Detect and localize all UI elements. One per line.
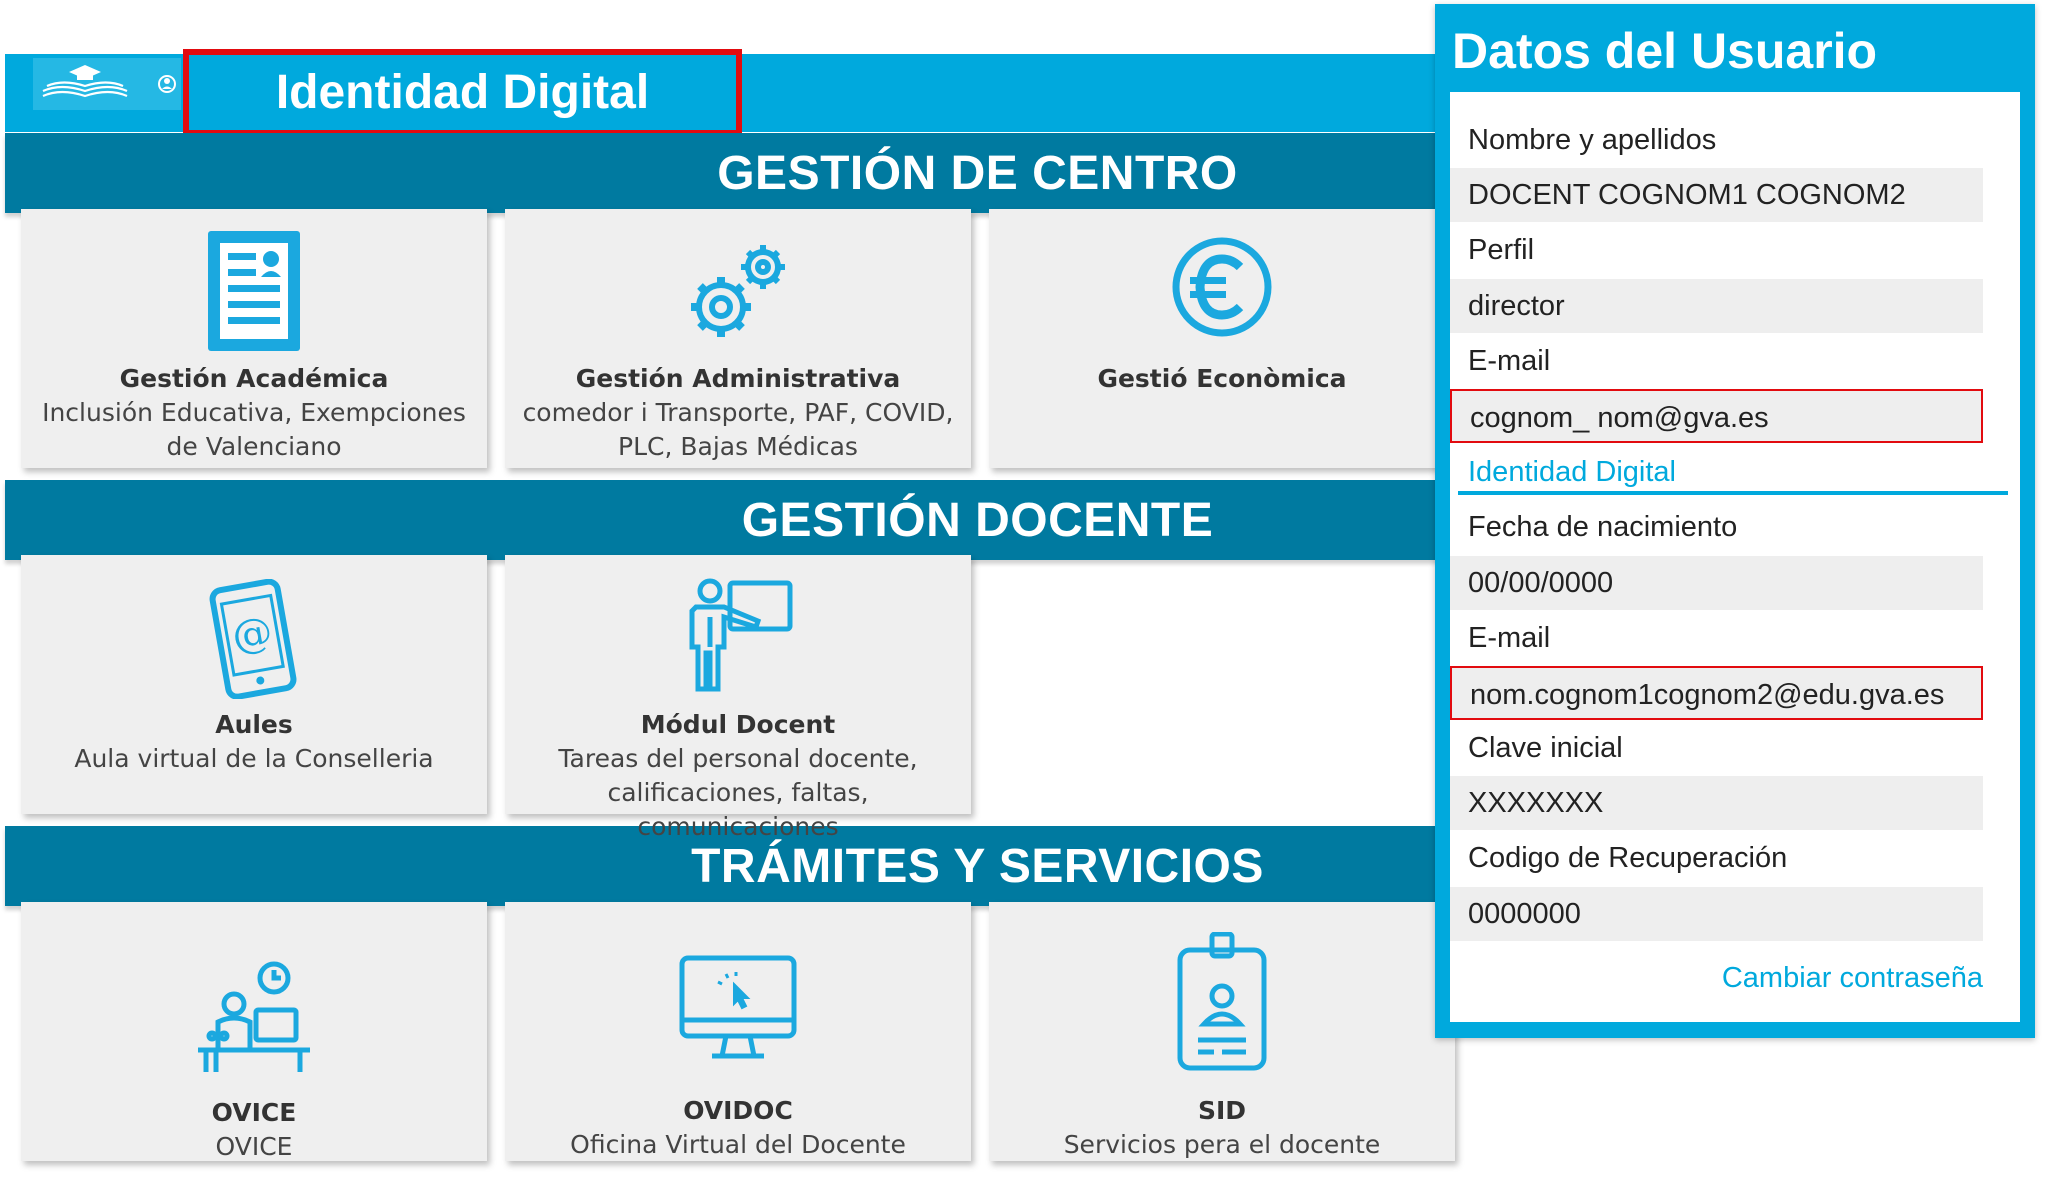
tile-title: Módul Docent [640,710,836,739]
tile-ovidoc[interactable]: OVIDOC Oficina Virtual del Docente [505,902,971,1161]
email-value: cognom_ nom@gva.es [1450,389,1983,443]
gears-icon [505,237,971,347]
tile-description: Aula virtual de la Conselleria [74,744,434,773]
email2-label: E-mail [1468,622,1551,654]
monitor-icon [505,952,971,1064]
tile-description: Oficina Virtual del Docente [570,1130,906,1159]
section-title: TRÁMITES Y SERVICIOS [691,839,1264,893]
tile-description: comedor i Transporte, PAF, COVID, PLC, B… [522,398,954,461]
section-gestion-docente: GESTIÓN DOCENTE [5,480,1450,560]
tile-description: Tareas del personal docente, calificacio… [558,744,918,841]
recovery-label: Codigo de Recuperación [1468,842,1788,874]
key-value: XXXXXXX [1450,776,1983,830]
identidad-digital-header[interactable]: Identidad Digital [183,49,742,136]
section-title: GESTIÓN DOCENTE [741,493,1214,547]
name-label: Nombre y apellidos [1468,124,1717,156]
tile-title: Gestión Académica [119,364,389,393]
tile-modul-docent[interactable]: Módul Docent Tareas del personal docente… [505,555,971,841]
office-clock-icon [21,960,487,1076]
key-label: Clave inicial [1468,732,1623,764]
tablet-at-icon: @ [21,579,487,699]
tile-description: OVICE [215,1132,293,1161]
panel-title: Datos del Usuario [1452,23,1878,79]
profile-label: Perfil [1468,234,1535,266]
tile-aules[interactable]: @ Aules Aula virtual de la Conselleria [21,555,487,814]
profile-value: director [1450,279,1983,333]
tile-title: Aules [215,710,293,739]
name-value: DOCENT COGNOM1 COGNOM2 [1450,168,1983,222]
tile-title: SID [1197,1096,1247,1125]
birth-label: Fecha de nacimiento [1468,511,1738,543]
svg-text:@: @ [228,608,275,660]
tile-title: Gestió Econòmica [1097,364,1347,393]
recovery-value: 0000000 [1450,887,1983,941]
tile-gestion-administrativa[interactable]: Gestión Administrativa comedor i Transpo… [505,209,971,468]
identidad-digital-title: Identidad Digital [275,66,650,119]
birth-value: 00/00/0000 [1450,556,1983,610]
tile-title: OVICE [211,1098,297,1127]
teacher-icon [505,577,971,695]
tile-description: Servicios pera el docente [1063,1130,1381,1159]
tile-sid[interactable]: SID Servicios pera el docente [989,902,1455,1161]
tile-ovice[interactable]: OVICE OVICE [21,902,487,1161]
tile-title: Gestión Administrativa [575,364,901,393]
email2-value: nom.cognom1cognom2@edu.gva.es [1450,666,1983,720]
tile-title: OVIDOC [683,1096,793,1125]
tile-gestion-academica[interactable]: Gestión Académica Inclusión Educativa, E… [21,209,487,468]
badge-icon [989,932,1455,1072]
euro-icon [989,235,1455,339]
tile-gestio-economica[interactable]: Gestió Econòmica [989,209,1455,468]
logo[interactable] [33,58,181,110]
tile-description: Inclusión Educativa, Exempciones de Vale… [42,398,466,461]
section-title: GESTIÓN DE CENTRO [717,146,1238,200]
document-icon [21,227,487,355]
heading-underline [1458,491,2008,495]
change-password-link[interactable]: Cambiar contraseña [1600,962,1983,995]
email-label: E-mail [1468,345,1551,377]
book-cap-icon [42,65,176,98]
section-gestion-centro: GESTIÓN DE CENTRO [5,133,1450,213]
